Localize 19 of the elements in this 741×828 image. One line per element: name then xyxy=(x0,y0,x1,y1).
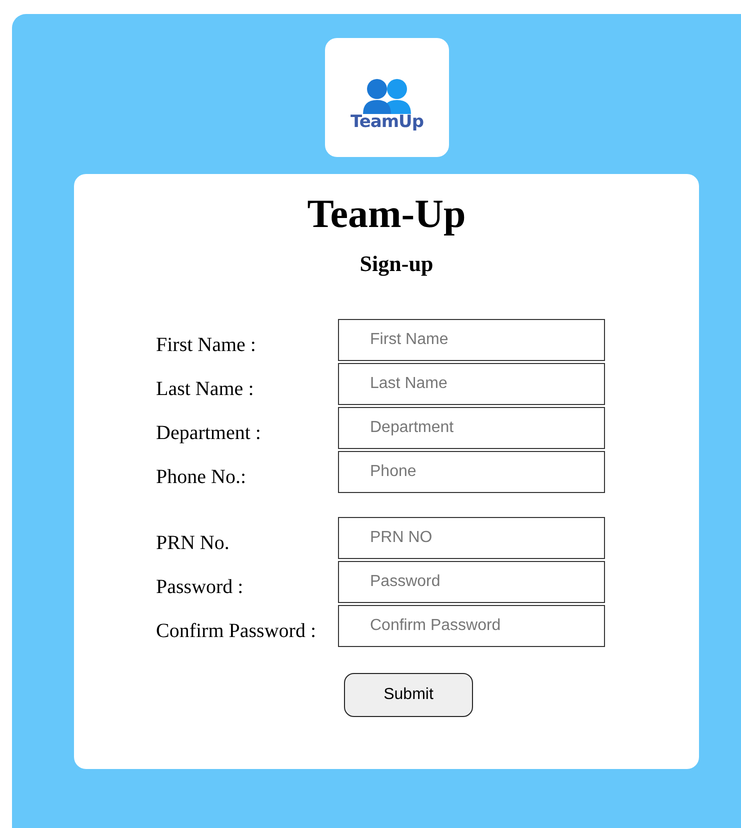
submit-button[interactable]: Submit xyxy=(344,673,473,717)
input-field[interactable]: Password xyxy=(338,561,605,603)
field-label: PRN No. xyxy=(156,530,230,554)
two-people-icon xyxy=(361,78,413,114)
logo-text: TeamUp xyxy=(350,112,424,132)
field-label: First Name : xyxy=(156,332,257,356)
input-field[interactable]: First Name xyxy=(338,319,605,361)
field-label: Department : xyxy=(156,420,262,444)
input-field[interactable]: Department xyxy=(338,407,605,449)
app-title: Team-Up xyxy=(306,190,467,237)
input-field[interactable]: Phone xyxy=(338,451,605,493)
field-label: Last Name : xyxy=(156,376,255,400)
field-label: Confirm Password : xyxy=(156,618,317,642)
input-field[interactable]: Confirm Password xyxy=(338,605,605,647)
field-label: Password : xyxy=(156,574,244,598)
field-label: Phone No.: xyxy=(156,464,247,488)
form-heading: Sign-up xyxy=(358,251,434,277)
input-field[interactable]: PRN NO xyxy=(338,517,605,559)
input-field[interactable]: Last Name xyxy=(338,363,605,405)
